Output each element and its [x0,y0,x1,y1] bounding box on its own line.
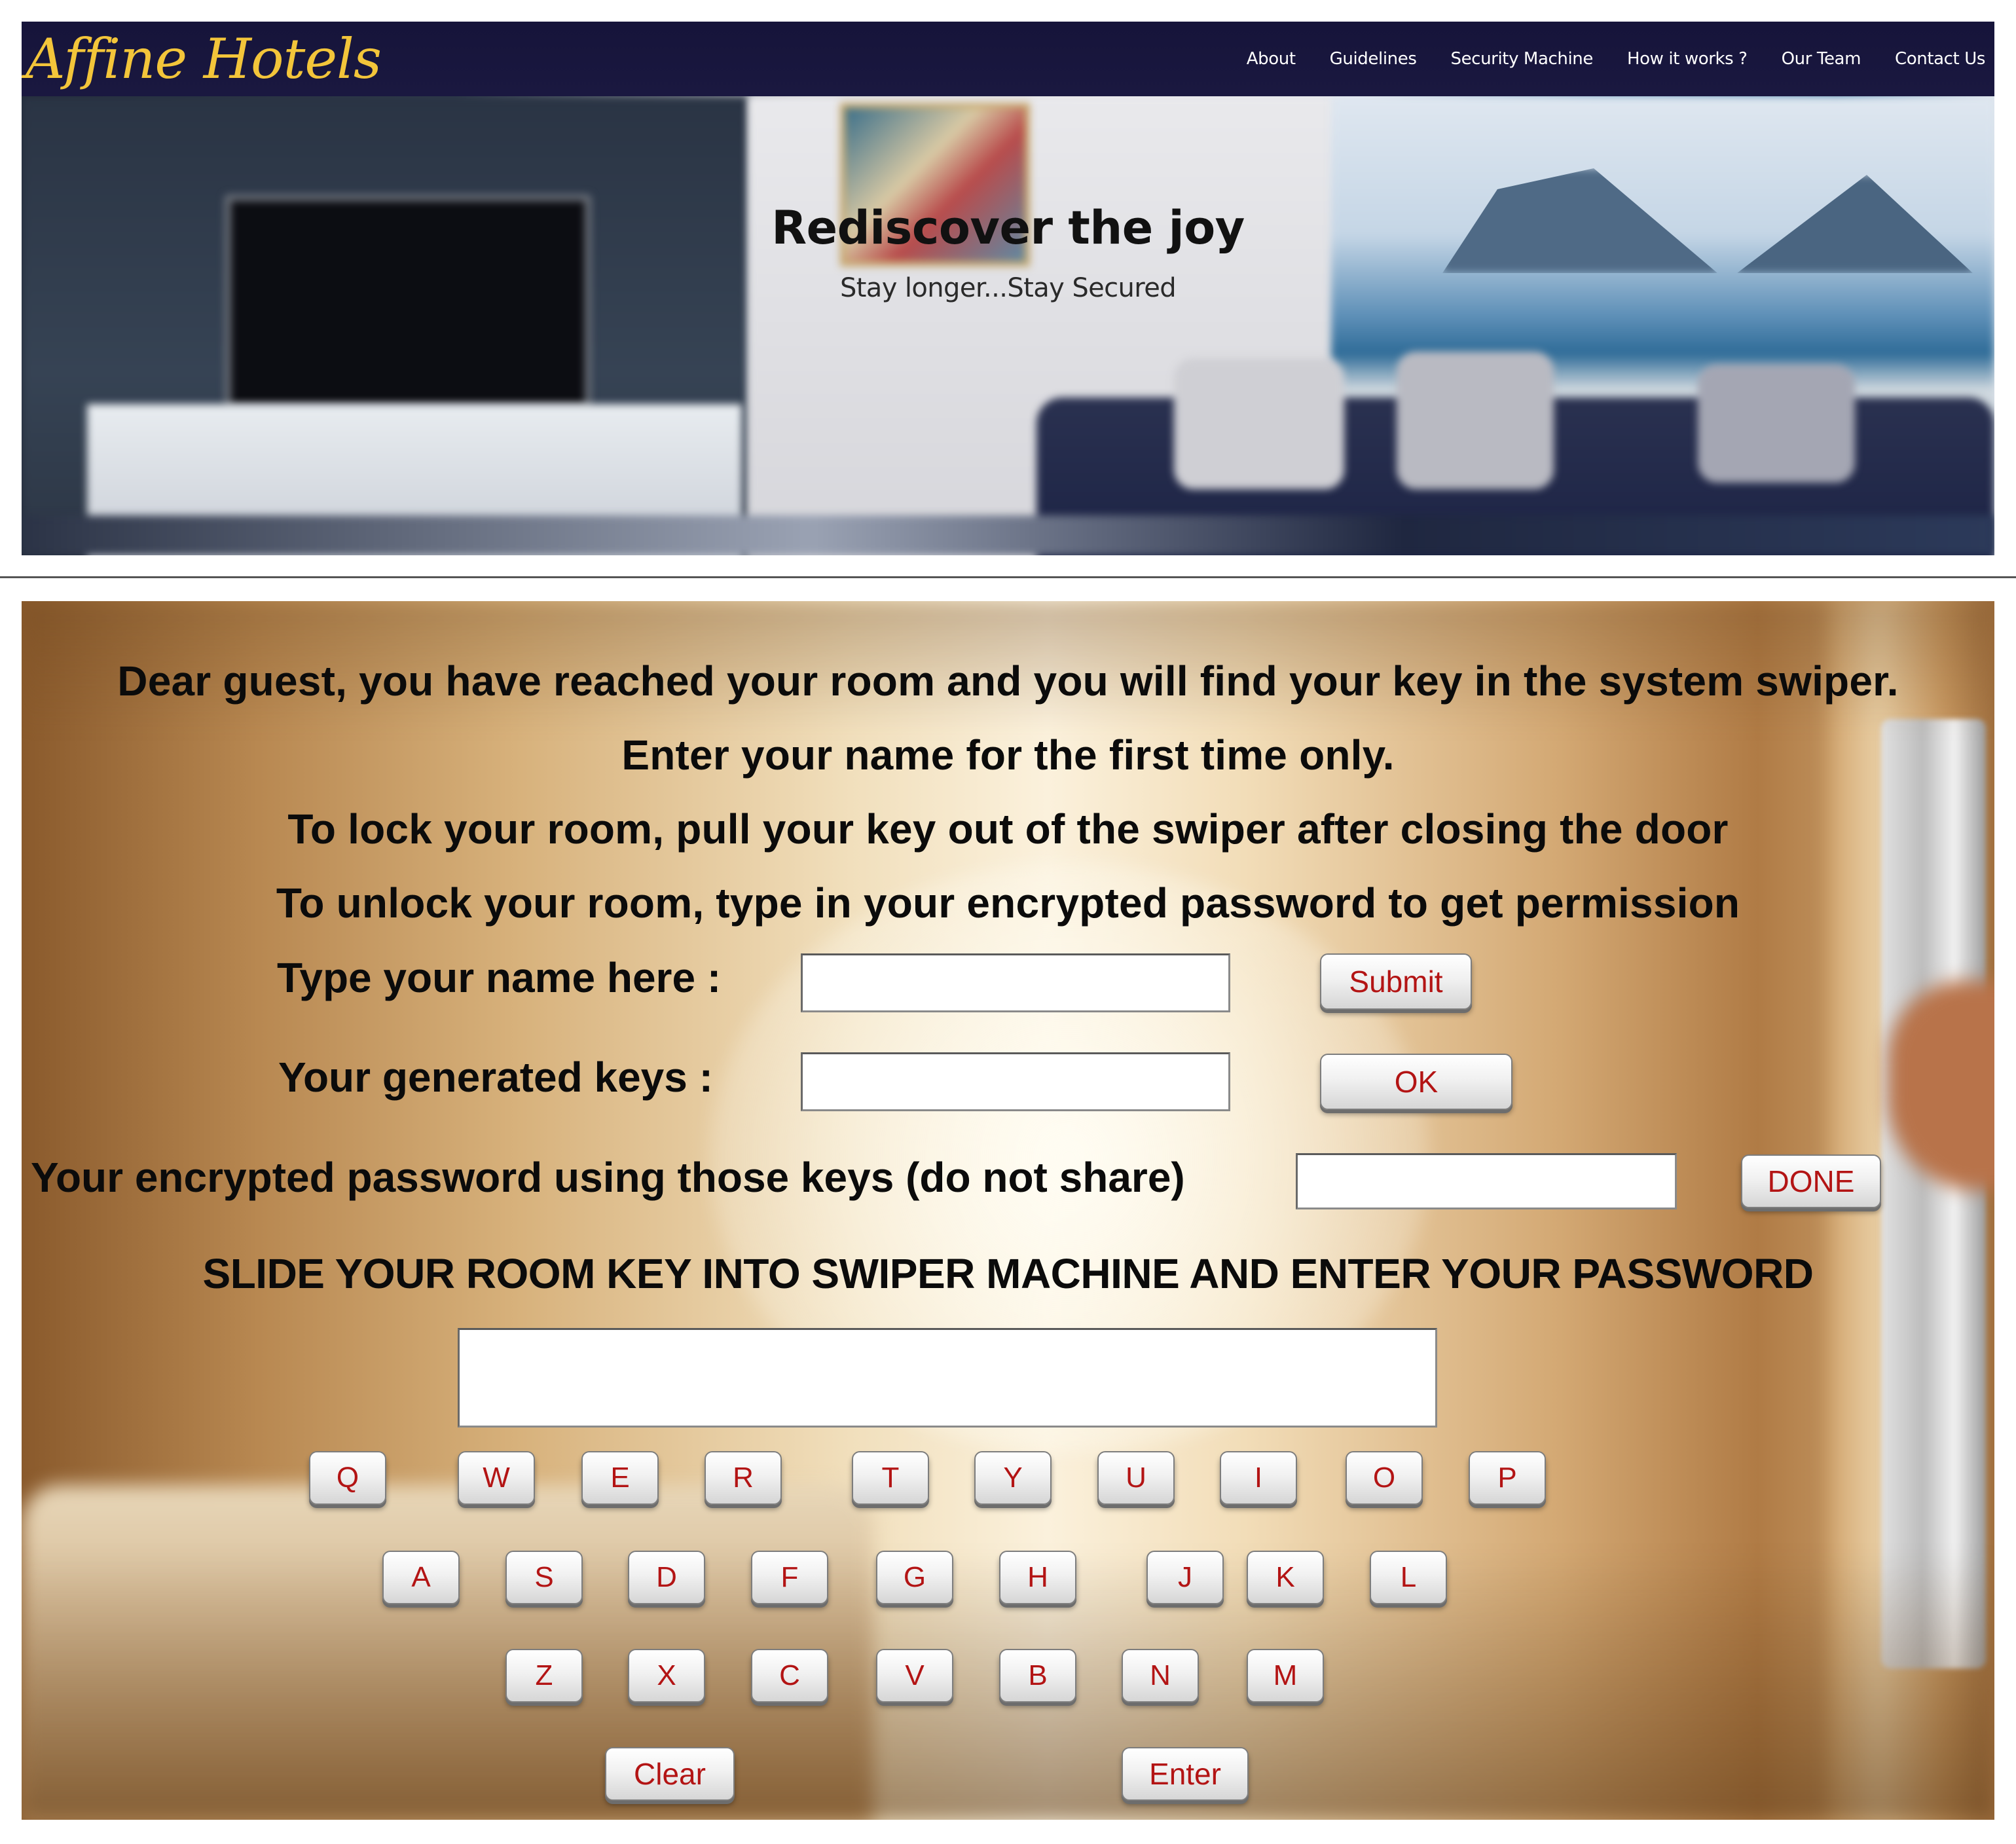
instruction-line-4: To unlock your room, type in your encryp… [276,879,1740,927]
encrypted-password-field[interactable] [1296,1153,1677,1209]
clear-button[interactable]: Clear [605,1747,735,1801]
key-i[interactable]: I [1220,1451,1297,1505]
key-r[interactable]: R [705,1451,782,1505]
key-k[interactable]: K [1247,1551,1324,1604]
key-e[interactable]: E [581,1451,659,1505]
nav-our-team[interactable]: Our Team [1782,49,1861,69]
instruction-line-1: Dear guest, you have reached your room a… [117,657,1899,705]
key-c[interactable]: C [751,1649,828,1703]
enter-button[interactable]: Enter [1122,1747,1249,1801]
instruction-line-2: Enter your name for the first time only. [621,731,1395,779]
password-label: Your encrypted password using those keys… [31,1154,1185,1201]
key-g[interactable]: G [876,1551,953,1604]
nav-about[interactable]: About [1247,49,1296,69]
name-input[interactable] [801,953,1230,1012]
key-f[interactable]: F [751,1551,828,1604]
section-divider [0,576,2016,578]
key-q[interactable]: Q [309,1451,386,1505]
hero-banner: Rediscover the joy Stay longer...Stay Se… [22,96,1994,555]
nav-guidelines[interactable]: Guidelines [1330,49,1417,69]
key-n[interactable]: N [1122,1649,1199,1703]
key-u[interactable]: U [1097,1451,1175,1505]
key-x[interactable]: X [628,1649,705,1703]
nav-how-it-works[interactable]: How it works ? [1627,49,1748,69]
nav-contact-us[interactable]: Contact Us [1895,49,1985,69]
key-l[interactable]: L [1370,1551,1447,1604]
ok-button[interactable]: OK [1320,1054,1512,1110]
top-section: Affine Hotels About Guidelines Security … [22,22,1994,555]
key-w[interactable]: W [458,1451,535,1505]
generated-keys-field[interactable] [801,1052,1230,1111]
key-v[interactable]: V [876,1649,953,1703]
key-d[interactable]: D [628,1551,705,1604]
hero-title: Rediscover the joy [771,201,1245,255]
keys-label: Your generated keys : [278,1054,713,1101]
nav-links: About Guidelines Security Machine How it… [1247,22,1986,96]
slide-key-instruction: SLIDE YOUR ROOM KEY INTO SWIPER MACHINE … [202,1250,1814,1297]
site-logo[interactable]: Affine Hotels [26,23,382,95]
navbar: Affine Hotels About Guidelines Security … [22,22,1994,96]
key-b[interactable]: B [999,1649,1076,1703]
key-p[interactable]: P [1469,1451,1546,1505]
instruction-line-3: To lock your room, pull your key out of … [287,805,1729,853]
submit-button[interactable]: Submit [1320,953,1472,1010]
key-s[interactable]: S [505,1551,583,1604]
key-j[interactable]: J [1146,1551,1224,1604]
key-h[interactable]: H [999,1551,1076,1604]
key-m[interactable]: M [1247,1649,1324,1703]
key-t[interactable]: T [852,1451,929,1505]
security-machine-panel: Dear guest, you have reached your room a… [22,601,1994,1820]
swiper-password-display[interactable] [458,1328,1437,1428]
key-z[interactable]: Z [505,1649,583,1703]
key-a[interactable]: A [382,1551,460,1604]
nav-security-machine[interactable]: Security Machine [1450,49,1593,69]
key-y[interactable]: Y [974,1451,1052,1505]
done-button[interactable]: DONE [1741,1154,1881,1208]
key-o[interactable]: O [1346,1451,1423,1505]
name-label: Type your name here : [277,954,722,1001]
hero-subtitle: Stay longer...Stay Secured [839,273,1177,303]
